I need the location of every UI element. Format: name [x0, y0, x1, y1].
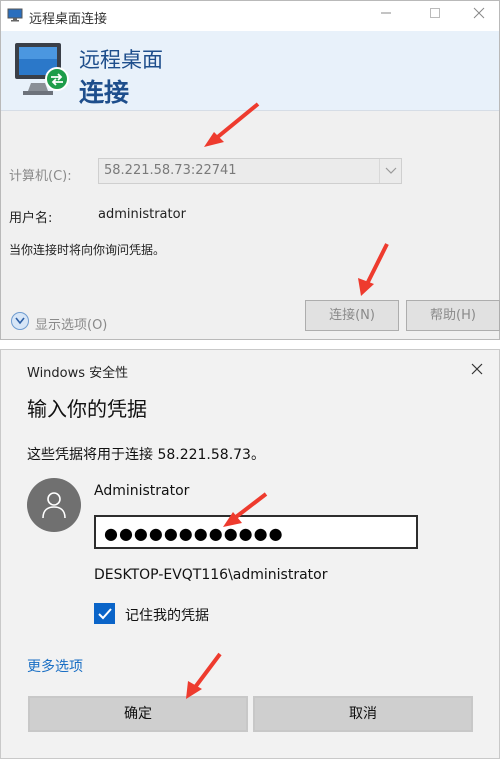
close-button[interactable] — [459, 5, 499, 27]
more-options-link[interactable]: 更多选项 — [27, 656, 83, 676]
annotation-arrow-icon — [223, 492, 268, 527]
close-icon — [473, 7, 485, 19]
remember-checkbox[interactable] — [94, 603, 115, 624]
help-button[interactable]: 帮助(H) — [406, 300, 500, 331]
minimize-button[interactable] — [366, 5, 406, 27]
cancel-button[interactable]: 取消 — [253, 696, 473, 732]
account-name: Administrator — [94, 483, 190, 499]
dialog-close-button[interactable] — [466, 358, 488, 380]
rdp-window: 远程桌面连接 远程桌面 连接 计算机(C): 58.221.58.73:2274… — [0, 0, 500, 340]
combobox-dropdown-button[interactable] — [379, 159, 401, 183]
checkmark-icon — [98, 608, 112, 620]
username-value: administrator — [98, 207, 186, 222]
computer-value: 58.221.58.73:22741 — [104, 163, 237, 178]
show-options-label: 显示选项(O) — [35, 318, 108, 333]
computer-label: 计算机(C): — [9, 169, 72, 184]
close-icon — [471, 363, 483, 375]
header-banner: 远程桌面 连接 — [1, 31, 499, 111]
domain-username: DESKTOP-EVQT116\administrator — [94, 567, 328, 583]
computer-combobox[interactable]: 58.221.58.73:22741 — [98, 158, 402, 184]
annotation-arrow-icon — [358, 243, 389, 296]
username-label: 用户名: — [9, 211, 53, 226]
maximize-button[interactable] — [415, 5, 455, 27]
user-icon — [42, 492, 66, 519]
banner-subtitle: 连接 — [79, 78, 130, 107]
security-dialog: Windows 安全性 输入你的凭据 这些凭据将用于连接 58.221.58.7… — [0, 349, 500, 759]
title-bar: 远程桌面连接 — [1, 1, 499, 31]
connect-button[interactable]: 连接(N) — [305, 300, 399, 331]
annotation-arrow-icon — [186, 652, 222, 699]
remote-desktop-icon — [15, 43, 69, 95]
maximize-icon — [430, 8, 440, 18]
credential-hint: 当你连接时将向你询问凭据。 — [9, 243, 166, 257]
minimize-icon — [381, 12, 391, 14]
remote-desktop-icon — [7, 8, 23, 22]
dialog-heading: 输入你的凭据 — [27, 397, 147, 421]
dialog-description: 这些凭据将用于连接 58.221.58.73。 — [27, 447, 265, 463]
annotation-arrow-icon — [204, 102, 260, 147]
window-title: 远程桌面连接 — [29, 12, 108, 27]
remember-label[interactable]: 记住我的凭据 — [125, 605, 209, 625]
chevron-down-icon — [385, 167, 397, 174]
dialog-caption: Windows 安全性 — [27, 366, 129, 381]
expand-icon — [11, 312, 29, 330]
avatar — [27, 478, 81, 532]
banner-title: 远程桌面 — [79, 48, 163, 72]
